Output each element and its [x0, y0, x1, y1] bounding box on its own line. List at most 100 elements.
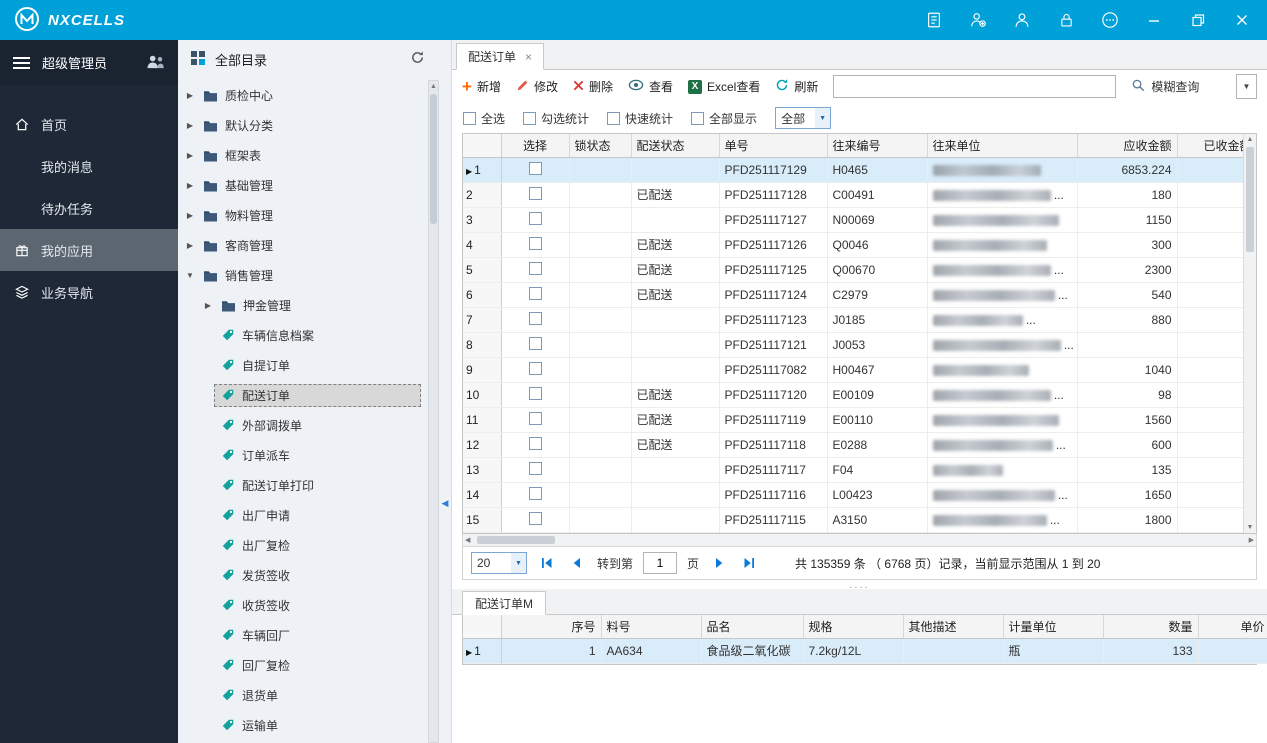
- tree-node[interactable]: 出厂复检: [214, 534, 297, 557]
- tree-node[interactable]: 车辆回厂: [214, 624, 297, 647]
- delete-button[interactable]: 删除: [573, 78, 613, 95]
- tree-item[interactable]: ▶ 默认分类: [178, 110, 451, 140]
- row-checkbox[interactable]: [528, 311, 542, 325]
- close-button[interactable]: [1231, 9, 1253, 31]
- column-header-unit[interactable]: 计量单位: [1003, 615, 1104, 639]
- row-checkbox[interactable]: [528, 511, 542, 525]
- tree-item[interactable]: ▶ 押金管理: [178, 290, 451, 320]
- tree-item[interactable]: ▶ 客商管理: [178, 230, 451, 260]
- table-row[interactable]: ▶ 1 1 AA634 食品级二氧化碳 7.2kg/12L 瓶 133: [463, 638, 1267, 664]
- row-checkbox[interactable]: [528, 186, 542, 200]
- tree-item[interactable]: 订单派车: [178, 440, 451, 470]
- scroll-left-icon[interactable]: ◀: [463, 534, 472, 546]
- page-size-select[interactable]: 20 ▼: [471, 552, 527, 574]
- panel-collapse-icon[interactable]: ◀: [439, 492, 451, 514]
- tree-node[interactable]: 退货单: [214, 684, 285, 707]
- chevron-right-icon[interactable]: ▶: [184, 211, 196, 220]
- tree-node[interactable]: 出厂申请: [214, 504, 297, 527]
- first-page-button[interactable]: [537, 553, 557, 573]
- tree-node[interactable]: 收货签收: [214, 594, 297, 617]
- table-row[interactable]: 15 PFD251117115 A3150 ... 1800: [463, 507, 1256, 533]
- horizontal-scrollbar[interactable]: ◀ ▶: [462, 534, 1257, 547]
- user-icon[interactable]: [1011, 9, 1033, 31]
- row-checkbox[interactable]: [528, 336, 542, 350]
- refresh-tree-icon[interactable]: [410, 50, 425, 68]
- row-checkbox[interactable]: [528, 411, 542, 425]
- column-header-price[interactable]: 单价: [1198, 615, 1267, 639]
- tree-node[interactable]: 客商管理: [196, 234, 280, 257]
- users-icon[interactable]: [146, 54, 165, 72]
- tree-item[interactable]: 出厂复检: [178, 530, 451, 560]
- row-checkbox[interactable]: [528, 211, 542, 225]
- sidebar-item-messages[interactable]: 我的消息: [0, 145, 178, 187]
- vertical-scrollbar[interactable]: ▲ ▼: [1243, 134, 1256, 533]
- next-page-button[interactable]: [709, 553, 729, 573]
- tree-node[interactable]: 框架表: [196, 144, 268, 167]
- row-checkbox[interactable]: [528, 261, 542, 275]
- tree-node[interactable]: 物料管理: [196, 204, 280, 227]
- tab-delivery-orders[interactable]: 配送订单 ×: [456, 43, 545, 70]
- add-button[interactable]: + 新增: [462, 78, 501, 95]
- tree-item[interactable]: 出厂申请: [178, 500, 451, 530]
- tree-node[interactable]: 车辆信息档案: [214, 324, 321, 347]
- chevron-right-icon[interactable]: ▶: [184, 121, 196, 130]
- scroll-up-icon[interactable]: ▲: [1244, 136, 1256, 143]
- tree-node[interactable]: 配送订单: [214, 383, 421, 407]
- column-header-select[interactable]: 选择: [501, 134, 570, 158]
- column-header-mat[interactable]: 料号: [601, 615, 702, 639]
- table-row[interactable]: 11 已配送 PFD251117119 E00110 1560: [463, 407, 1256, 433]
- tree-node[interactable]: 质检中心: [196, 84, 280, 107]
- scrollbar-thumb[interactable]: [477, 536, 555, 544]
- tree-item[interactable]: 自提订单: [178, 350, 451, 380]
- table-row[interactable]: 14 PFD251117116 L00423 ... 1650: [463, 482, 1256, 508]
- menu-toggle-icon[interactable]: [13, 54, 30, 72]
- tree-node[interactable]: 订单派车: [214, 444, 297, 467]
- edit-button[interactable]: 修改: [516, 78, 558, 95]
- fuzzy-search-button[interactable]: 模糊查询: [1131, 78, 1199, 96]
- restore-button[interactable]: [1187, 9, 1209, 31]
- table-row[interactable]: 7 PFD251117123 J0185 ... 880: [463, 307, 1256, 333]
- search-input[interactable]: [833, 75, 1117, 98]
- table-row[interactable]: 10 已配送 PFD251117120 E00109 ... 98: [463, 382, 1256, 408]
- row-checkbox[interactable]: [528, 461, 542, 475]
- row-checkbox[interactable]: [528, 361, 542, 375]
- lock-icon[interactable]: [1055, 9, 1077, 31]
- table-row[interactable]: 13 PFD251117117 F04 135: [463, 457, 1256, 483]
- tree-node[interactable]: 发货签收: [214, 564, 297, 587]
- sidebar-item-apps[interactable]: 我的应用: [0, 229, 178, 271]
- tree-item[interactable]: 运输单: [178, 710, 451, 740]
- scrollbar-thumb[interactable]: [1246, 147, 1254, 252]
- checked-stats-checkbox[interactable]: 勾选统计: [523, 110, 589, 127]
- tree-item[interactable]: 退货单: [178, 680, 451, 710]
- tree-node[interactable]: 自提订单: [214, 354, 297, 377]
- tree-item[interactable]: 车辆回厂: [178, 620, 451, 650]
- column-header-seq[interactable]: 序号: [501, 615, 602, 639]
- table-row[interactable]: 4 已配送 PFD251117126 Q0046 300: [463, 232, 1256, 258]
- tree-node[interactable]: 押金管理: [214, 294, 298, 317]
- quick-stats-checkbox[interactable]: 快速统计: [607, 110, 673, 127]
- scroll-up-icon[interactable]: ▲: [430, 81, 437, 90]
- row-checkbox[interactable]: [528, 236, 542, 250]
- tree-node[interactable]: 配送订单打印: [214, 474, 321, 497]
- column-header-name[interactable]: 品名: [701, 615, 804, 639]
- column-header-order[interactable]: 单号: [719, 134, 828, 158]
- chevron-right-icon[interactable]: ▶: [202, 301, 214, 310]
- scroll-down-icon[interactable]: ▼: [1244, 524, 1256, 531]
- column-header-status[interactable]: 配送状态: [631, 134, 720, 158]
- column-header-unit[interactable]: 往来单位: [927, 134, 1078, 158]
- column-header-amount[interactable]: 应收金额: [1077, 134, 1178, 158]
- page-number-input[interactable]: [643, 552, 678, 574]
- table-row[interactable]: 2 已配送 PFD251117128 C00491 ... 180: [463, 182, 1256, 208]
- table-row[interactable]: 8 PFD251117121 J0053 ...: [463, 332, 1256, 358]
- tree-node[interactable]: 销售管理: [196, 264, 280, 287]
- toolbar-dropdown-button[interactable]: ▼: [1236, 74, 1257, 99]
- close-tab-icon[interactable]: ×: [525, 50, 532, 64]
- table-row[interactable]: 12 已配送 PFD251117118 E0288 ... 600: [463, 432, 1256, 458]
- table-row[interactable]: 9 PFD251117082 H00467 1040: [463, 357, 1256, 383]
- more-options-icon[interactable]: [1099, 9, 1121, 31]
- tree-item[interactable]: ▶ 框架表: [178, 140, 451, 170]
- refresh-button[interactable]: 刷新: [775, 78, 818, 95]
- tree-item[interactable]: 发货签收: [178, 560, 451, 590]
- tree-item[interactable]: 收货签收: [178, 590, 451, 620]
- row-checkbox[interactable]: [528, 486, 542, 500]
